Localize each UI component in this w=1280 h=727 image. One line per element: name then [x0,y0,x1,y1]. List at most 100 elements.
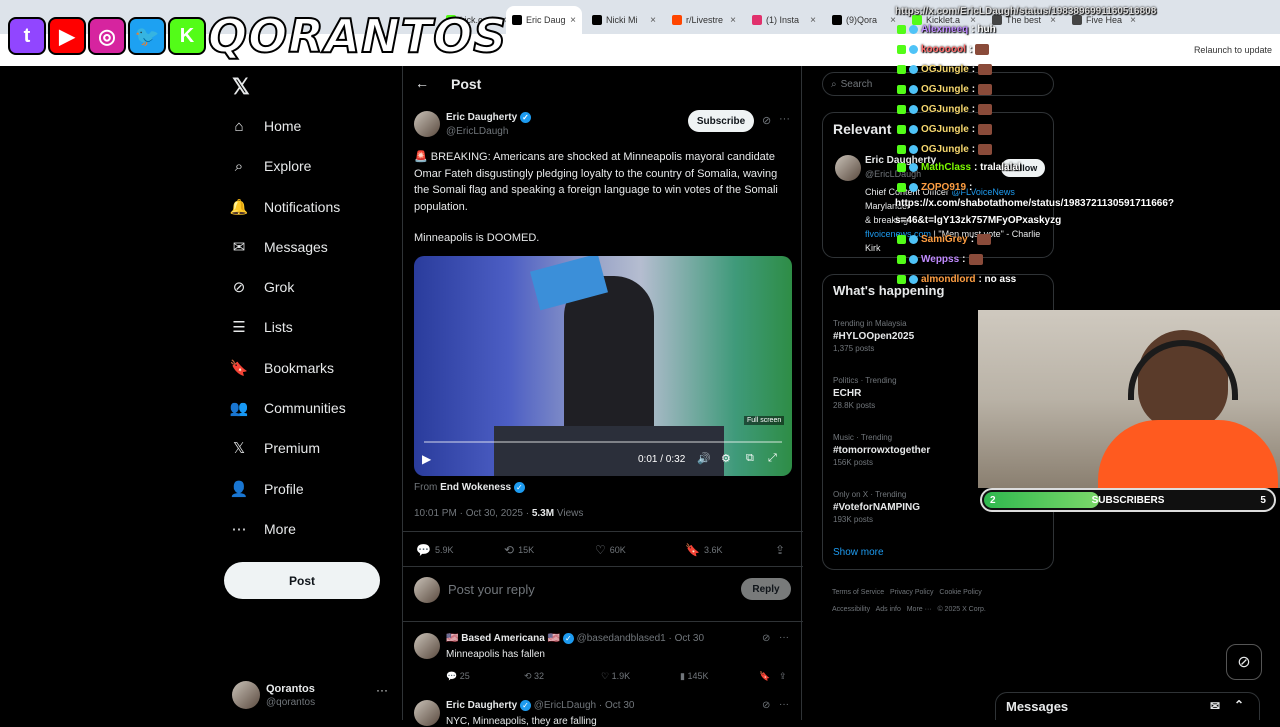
nav-item-label: Premium [264,440,321,456]
reply2-text: NYC, Minneapolis, they are falling [446,716,597,727]
browser-tab[interactable]: Nicki Mi × [586,8,662,32]
nav-item-lists[interactable]: ☰ Lists [230,307,293,347]
nav-item-home[interactable]: ⌂ Home [230,106,301,146]
bookmarks-icon: 🔖 [229,360,249,377]
bookmark-action[interactable]: 🔖 3.6K [685,543,722,557]
nav-item-profile[interactable]: 👤 Profile [230,469,304,509]
footer-terms[interactable]: Terms of Service [832,589,884,596]
video-time: 0:01 / 0:32 [638,454,686,465]
reply2-handle[interactable]: @EricLDaugh · Oct 30 [534,700,635,711]
tab-close-icon[interactable]: × [650,15,656,26]
chat-message: OGJungle: [897,84,993,95]
subscriber-goal-bar: 2 SUBSCRIBERS 5 [980,488,1276,512]
grok-post-icon[interactable]: ⊘ [762,114,771,127]
kick-badge-icon [897,25,906,34]
subscribe-button[interactable]: Subscribe [688,110,754,132]
more-dots-icon[interactable]: ··· [376,683,388,697]
video-player[interactable]: Full screen ▶ 0:01 / 0:32 🔊 ⚙ ⧉ ⤢ [414,256,792,476]
chat-text: : [962,254,966,265]
sub-badge-icon [909,65,918,74]
fullscreen-icon[interactable]: ⤢ [768,452,777,465]
relaunch-button[interactable]: Relaunch to update [1194,41,1272,59]
author-handle[interactable]: @EricLDaugh [446,126,508,137]
nav-item-explore[interactable]: ⌕ Explore [230,146,312,186]
reply1-reply-action[interactable]: 💬 25 [446,671,470,682]
footer-ads[interactable]: Ads info [876,606,901,613]
volume-icon[interactable]: 🔊 [697,452,711,465]
back-arrow-icon[interactable]: ← [415,75,429,91]
browser-tab[interactable]: r/Livestre × [666,8,742,32]
footer-accessibility[interactable]: Accessibility [832,606,870,613]
nav-item-bookmarks[interactable]: 🔖 Bookmarks [230,348,334,388]
kick-icon: K [168,17,206,55]
reply2-header[interactable]: Eric Daugherty ✓ @EricLDaugh · Oct 30 [446,700,634,711]
chat-text: : no ass [978,274,1017,285]
notifications-icon: 🔔 [229,199,249,216]
messages-drawer[interactable]: Messages ✉ ⌃ [995,692,1260,720]
from-source[interactable]: End Wokeness [440,482,511,493]
reply-input[interactable]: Post your reply [448,582,535,597]
footer-cookie[interactable]: Cookie Policy [939,589,981,596]
post-text-2: Minneapolis is DOOMED. [414,232,540,244]
share-icon[interactable]: ⇪ [775,543,785,557]
nav-item-more[interactable]: ⋯ More [230,509,296,549]
reply1-bookmark-icon[interactable]: 🔖 [759,671,770,682]
account-switcher[interactable]: Qorantos @qorantos ··· [232,679,392,713]
settings-icon[interactable]: ⚙ [721,452,731,465]
like-action[interactable]: ♡ 60K [595,543,626,557]
reply1-like-action[interactable]: ♡ 1.9K [601,671,630,682]
expand-drawer-icon[interactable]: ⌃ [1234,698,1244,712]
post-more-icon[interactable]: ··· [779,113,790,125]
browser-tab[interactable]: (1) Insta × [746,8,822,32]
video-progress-track[interactable] [424,441,782,443]
reply2-avatar[interactable] [414,700,440,726]
nav-item-grok[interactable]: ⊘ Grok [230,267,295,307]
reply-count: 5.9K [434,545,454,555]
pip-icon[interactable]: ⧉ [746,452,754,465]
nav-item-notifications[interactable]: 🔔 Notifications [229,187,341,227]
compose-message-icon[interactable]: ✉ [1210,699,1220,713]
relevant-avatar[interactable] [835,155,861,181]
tab-close-icon[interactable]: × [730,15,736,26]
reply-button[interactable]: Reply [741,578,791,600]
account-name: Qorantos [266,683,315,695]
trend-count: 193K posts [833,515,874,524]
repost-action[interactable]: ⟲ 15K [504,543,534,557]
nav-item-communities[interactable]: 👥 Communities [230,388,346,428]
post-header: ← Post [403,66,803,102]
reply2-more-icon[interactable]: ··· [779,699,789,710]
footer-more[interactable]: More ··· [907,606,932,613]
play-icon[interactable]: ▶ [422,452,431,466]
post-button[interactable]: Post [224,562,380,599]
reply1-avatar[interactable] [414,633,440,659]
reply1-header[interactable]: 🇺🇸 Based Americana 🇺🇸 ✓ @basedandblased1… [446,633,704,644]
author-name[interactable]: Eric Daugherty [446,112,517,123]
grok-fab-icon[interactable]: ⊘ [1226,644,1262,680]
post-timestamp[interactable]: 10:01 PM · Oct 30, 2025 · [414,508,529,519]
reply1-repost-action[interactable]: ⟲ 32 [524,671,544,682]
x-logo-icon[interactable]: 𝕏 [232,74,250,100]
chat-message: OGJungle: [897,124,993,135]
chat-message: SamiGrey: [897,234,992,245]
footer-privacy[interactable]: Privacy Policy [890,589,934,596]
sub-badge-icon [909,163,918,172]
tab-close-icon[interactable]: × [570,15,576,26]
tab-close-icon[interactable]: × [810,15,816,26]
reply1-views[interactable]: ▮ 145K [680,671,708,682]
reply-action[interactable]: 💬 5.9K [416,543,453,557]
reply1-grok-icon[interactable]: ⊘ [762,633,770,644]
browser-tab[interactable]: Eric Daug × [506,6,582,34]
reply2-author[interactable]: Eric Daugherty [446,700,517,711]
reply1-share-icon[interactable]: ⇪ [779,671,787,682]
reply1-more-icon[interactable]: ··· [779,632,789,643]
author-avatar[interactable] [414,111,440,137]
nav-item-messages[interactable]: ✉ Messages [230,227,328,267]
reply1-author[interactable]: 🇺🇸 Based Americana 🇺🇸 [446,633,560,644]
browser-tab[interactable]: (9)Qora × [826,8,902,32]
show-more-link[interactable]: Show more [833,547,884,558]
reply1-handle[interactable]: @basedandblased1 · Oct 30 [577,633,704,644]
reply2-grok-icon[interactable]: ⊘ [762,700,770,711]
nav-item-premium[interactable]: 𝕏 Premium [230,428,320,468]
author-name-row[interactable]: Eric Daugherty ✓ [446,112,531,123]
repost-count: 15K [518,545,535,555]
